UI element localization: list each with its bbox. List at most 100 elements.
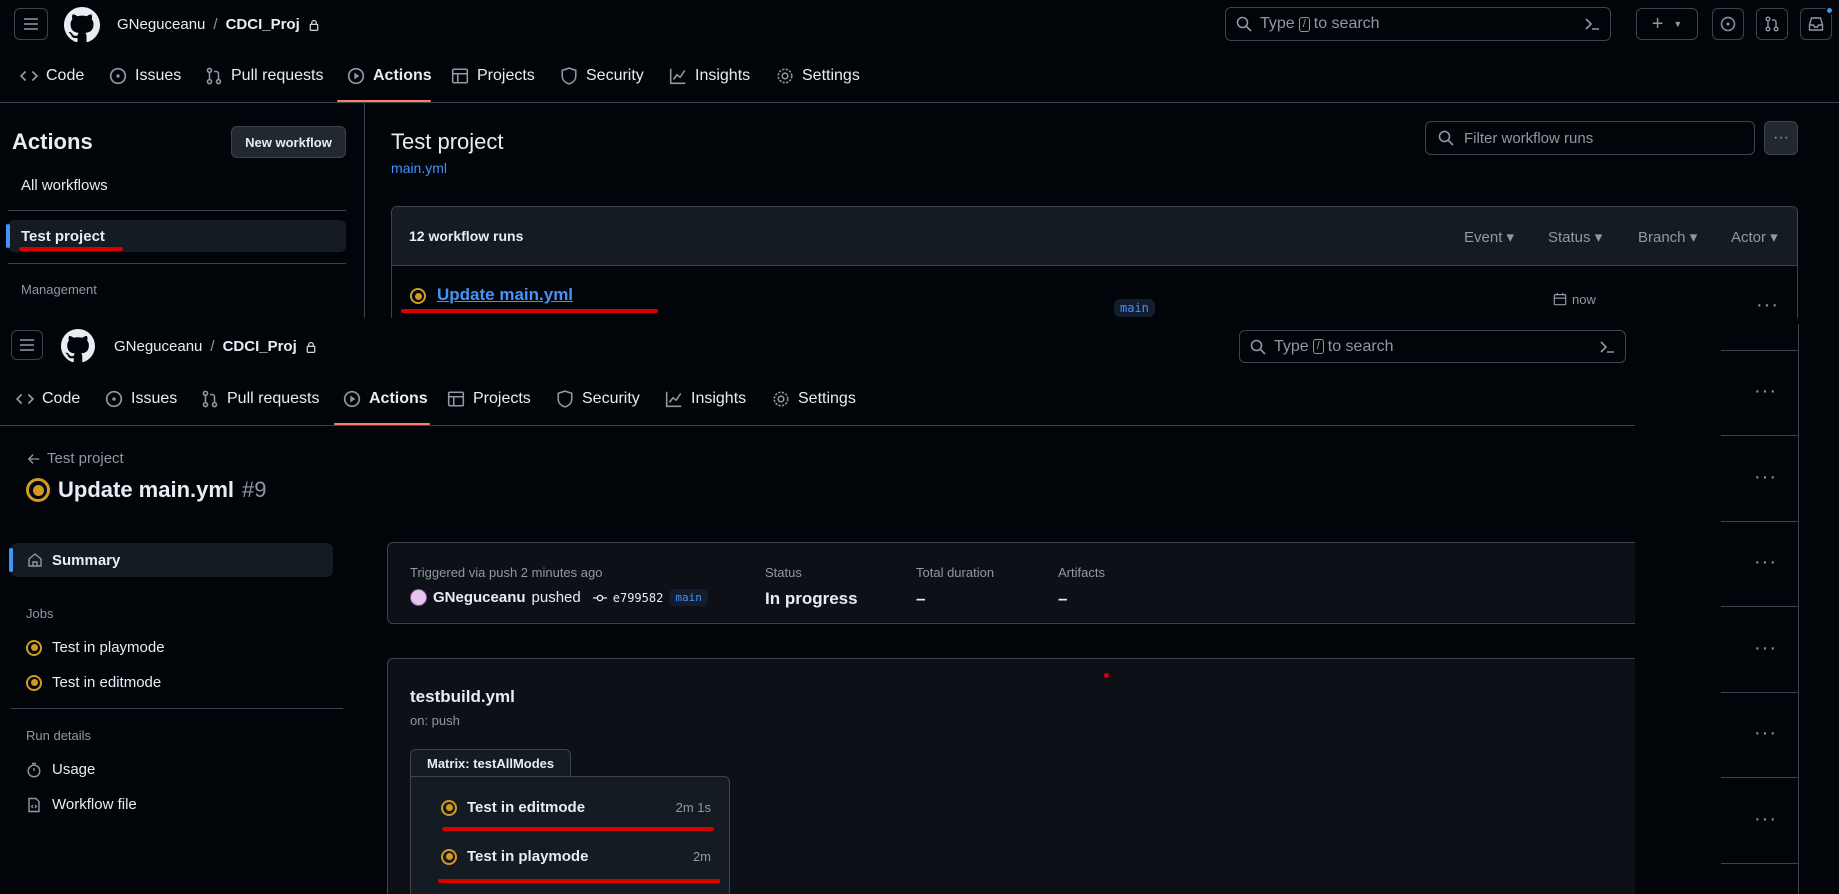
commit-author[interactable]: GNeguceanu: [433, 589, 526, 606]
filter-branch[interactable]: Branch ▾: [1638, 228, 1697, 246]
repo-link[interactable]: CDCI_Proj: [226, 16, 300, 33]
workflow-menu-button[interactable]: ···: [1764, 121, 1798, 155]
global-search-input[interactable]: Type / to search: [1225, 7, 1611, 41]
sidebar-title: Actions: [12, 129, 93, 154]
back-link-label: Test project: [47, 450, 124, 467]
create-new-button[interactable]: + ▼: [1636, 8, 1698, 40]
in-progress-status-icon: [26, 639, 42, 656]
annotation-underline: [442, 827, 714, 831]
run-menu-button[interactable]: ···: [1756, 294, 1779, 317]
graph-icon: [665, 391, 682, 408]
tab-insights-label: Insights: [695, 67, 751, 84]
commit-sha[interactable]: e799582: [613, 591, 664, 605]
table-icon: [451, 68, 469, 84]
chevron-down-icon: ▼: [1673, 19, 1683, 29]
status-label: Status: [765, 565, 802, 580]
filter-workflow-runs-input[interactable]: Filter workflow runs: [1425, 121, 1755, 155]
run-menu-button[interactable]: ···: [1754, 637, 1777, 660]
repo-link[interactable]: CDCI_Proj: [223, 338, 297, 355]
tab-issues[interactable]: Issues: [105, 390, 177, 408]
matrix-job-row[interactable]: Test in playmode 2m: [441, 848, 711, 865]
tab-issues[interactable]: Issues: [109, 67, 181, 85]
command-palette-icon[interactable]: [1599, 339, 1615, 355]
tab-insights[interactable]: Insights: [669, 67, 750, 85]
tab-projects-label: Projects: [473, 390, 531, 407]
workflow-file-link[interactable]: main.yml: [391, 160, 447, 176]
owner-link[interactable]: GNeguceanu: [114, 338, 202, 355]
lock-icon: [309, 19, 319, 31]
search-placeholder: Type: [1274, 337, 1309, 355]
tab-settings[interactable]: Settings: [776, 67, 860, 85]
in-progress-status-icon: [441, 848, 457, 865]
stopwatch-icon: [27, 762, 41, 778]
workflow-title: Test project: [391, 129, 504, 154]
inbox-icon: [1808, 17, 1824, 31]
hamburger-menu-button[interactable]: [11, 330, 43, 360]
tab-security[interactable]: Security: [560, 67, 644, 85]
run-menu-button[interactable]: ···: [1754, 808, 1777, 831]
github-logo-icon[interactable]: [64, 7, 100, 43]
tab-code-label: Code: [46, 67, 85, 84]
filter-status[interactable]: Status ▾: [1548, 228, 1602, 246]
sidebar-item-job[interactable]: Test in editmode: [26, 674, 161, 691]
top-screenshot: GNeguceanu / CDCI_Proj Type / to search …: [0, 0, 1839, 318]
sidebar-item-label: Test project: [21, 228, 105, 245]
home-icon: [28, 553, 42, 567]
all-workflows-link[interactable]: All workflows: [21, 177, 108, 194]
filter-event[interactable]: Event ▾: [1464, 228, 1514, 246]
tab-pull-requests[interactable]: Pull requests: [205, 67, 324, 85]
tab-settings[interactable]: Settings: [772, 390, 856, 408]
branch-badge[interactable]: main: [669, 589, 708, 606]
annotation-underline: [19, 247, 123, 251]
search-shortcut-key: /: [1312, 339, 1324, 354]
filter-placeholder: Filter workflow runs: [1464, 129, 1594, 147]
hamburger-menu-button[interactable]: [14, 8, 48, 40]
plus-icon: +: [1651, 12, 1664, 35]
hamburger-icon: [20, 339, 34, 351]
tab-insights[interactable]: Insights: [665, 390, 746, 408]
tab-code[interactable]: Code: [20, 67, 84, 85]
graph-icon: [669, 68, 686, 85]
pull-request-icon: [206, 67, 222, 85]
run-title: Update main.yml: [58, 477, 235, 502]
shield-icon: [561, 67, 577, 85]
tab-security[interactable]: Security: [556, 390, 640, 408]
sidebar-item-job[interactable]: Test in playmode: [26, 639, 165, 656]
command-palette-icon[interactable]: [1584, 16, 1600, 32]
run-details-heading: Run details: [26, 728, 92, 743]
filter-actor[interactable]: Actor ▾: [1731, 228, 1778, 246]
tab-projects[interactable]: Projects: [447, 390, 531, 408]
tab-projects[interactable]: Projects: [451, 67, 535, 85]
run-menu-button[interactable]: ···: [1754, 722, 1777, 745]
global-search-input[interactable]: Type / to search: [1239, 330, 1626, 363]
sidebar-item-usage[interactable]: Usage: [26, 761, 95, 778]
run-menu-button[interactable]: ···: [1754, 466, 1777, 489]
tab-actions[interactable]: Actions: [343, 390, 428, 408]
arrow-left-icon: [27, 453, 40, 464]
inbox-button[interactable]: [1800, 6, 1834, 40]
tab-pull-requests[interactable]: Pull requests: [201, 390, 320, 408]
path-separator: /: [213, 16, 218, 33]
issues-button[interactable]: [1712, 8, 1744, 40]
back-link[interactable]: Test project: [27, 450, 124, 467]
matrix-job-row[interactable]: Test in editmode 2m 1s: [441, 799, 711, 816]
run-title-link[interactable]: Update main.yml: [437, 285, 573, 305]
tab-code[interactable]: Code: [16, 390, 80, 408]
run-menu-button[interactable]: ···: [1754, 551, 1777, 574]
owner-link[interactable]: GNeguceanu: [117, 16, 205, 33]
run-menu-button[interactable]: ···: [1754, 380, 1777, 403]
sidebar-item-workflow-file[interactable]: Workflow file: [26, 796, 137, 813]
tab-actions[interactable]: Actions: [347, 67, 432, 85]
pull-requests-button[interactable]: [1756, 8, 1788, 40]
run-branch-badge[interactable]: main: [1114, 299, 1155, 317]
tab-code-label: Code: [42, 390, 81, 407]
avatar[interactable]: [410, 589, 427, 606]
sidebar-divider: [8, 210, 346, 211]
duration-label: Total duration: [916, 565, 995, 580]
github-logo-icon[interactable]: [61, 329, 95, 363]
matrix-job-duration: 2m 1s: [675, 800, 711, 815]
tab-settings-label: Settings: [798, 390, 856, 407]
pull-request-icon: [202, 390, 218, 408]
sidebar-item-summary[interactable]: Summary: [9, 543, 333, 577]
new-workflow-button[interactable]: New workflow: [231, 126, 346, 158]
